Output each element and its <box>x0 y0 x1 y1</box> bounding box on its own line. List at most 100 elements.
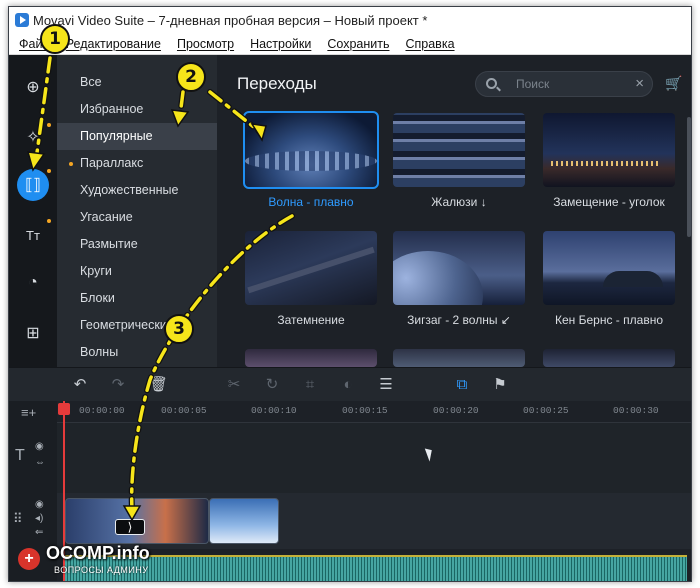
category-label: Параллакс <box>80 156 144 170</box>
transition-thumbnail[interactable] <box>393 231 525 305</box>
rotate-icon[interactable]: ↻ <box>263 376 281 394</box>
color-adjust-icon[interactable]: ◐ <box>339 376 357 394</box>
stickers-icon[interactable]: ◔ <box>17 267 49 299</box>
category-item[interactable]: Круги <box>57 258 217 285</box>
title-track-header: T ◉ ⇔ <box>9 423 57 493</box>
redo-icon[interactable]: ↷ <box>109 376 127 394</box>
transition-tile[interactable]: Жалюзи ↓ <box>393 113 525 209</box>
visibility-eye-icon[interactable]: ◉ <box>35 441 44 452</box>
transition-wizard-icon[interactable]: ⧉ <box>453 376 471 394</box>
transition-thumbnail[interactable] <box>393 113 525 187</box>
transition-tile[interactable] <box>393 349 525 367</box>
search-input[interactable] <box>516 76 626 92</box>
title-track[interactable] <box>57 423 691 493</box>
link-icon[interactable]: ⇔ <box>35 457 45 468</box>
transition-tile[interactable]: Волна - плавно <box>243 111 379 209</box>
time-tick: 00:00:05 <box>161 405 207 416</box>
cut-icon[interactable]: ✂ <box>225 376 243 394</box>
panel-scrollbar[interactable] <box>687 117 691 237</box>
timeline-ruler[interactable]: 00:00:00 00:00:05 00:00:10 00:00:15 00:0… <box>57 401 691 423</box>
menu-edit[interactable]: Редактирование <box>66 37 161 51</box>
category-item[interactable]: Избранное <box>57 96 217 123</box>
transitions-icon[interactable]: ⟦⟧ <box>17 169 49 201</box>
titles-icon[interactable]: Tт <box>17 219 49 251</box>
track-grip-icon[interactable]: ⠿ <box>13 511 23 527</box>
transition-thumbnail[interactable] <box>543 231 675 305</box>
search-box[interactable]: × <box>475 71 653 97</box>
time-tick: 00:00:10 <box>251 405 297 416</box>
more-tools-icon[interactable]: ⊞ <box>17 317 49 349</box>
transition-tile[interactable]: Зигзаг - 2 волны ↙ <box>393 231 525 327</box>
clip-properties-icon[interactable]: ☰ <box>377 376 395 394</box>
menu-view[interactable]: Просмотр <box>177 37 234 51</box>
transition-marker-icon[interactable]: ⟩ <box>115 519 145 535</box>
search-icon <box>486 78 497 89</box>
time-tick: 00:00:30 <box>613 405 659 416</box>
transition-thumbnail[interactable] <box>543 349 675 367</box>
visibility-eye-icon[interactable]: ◉ <box>35 499 44 510</box>
new-badge-dot <box>47 123 51 127</box>
transition-thumbnail[interactable] <box>243 111 379 189</box>
transition-thumbnail[interactable] <box>543 113 675 187</box>
transition-tile[interactable]: Затемнение <box>245 231 377 327</box>
panel-title: Переходы <box>237 74 317 93</box>
magic-wand-icon[interactable]: ✧ <box>17 121 49 153</box>
transition-label: Волна - плавно <box>268 195 354 209</box>
transition-tile[interactable]: Замещение - уголок <box>543 113 675 209</box>
link-icon[interactable]: ⇐ <box>35 527 43 538</box>
transition-thumbnail[interactable] <box>393 349 525 367</box>
transition-thumbnail[interactable] <box>245 231 377 305</box>
transition-label: Затемнение <box>277 313 345 327</box>
window-title: Movavi Video Suite – 7-дневная пробная в… <box>33 12 428 28</box>
delete-icon[interactable]: 🗑 <box>149 376 168 394</box>
menu-help[interactable]: Справка <box>405 37 454 51</box>
annotation-number: 3 <box>164 314 194 344</box>
transition-label: Замещение - уголок <box>553 195 665 209</box>
menu-settings[interactable]: Настройки <box>250 37 311 51</box>
watermark-title: OCOMP.info <box>46 543 150 563</box>
transition-categories: Все Избранное Популярные Параллакс Худож… <box>57 55 217 367</box>
site-watermark: + OCOMP.info ВОПРОСЫ АДМИНУ <box>8 540 188 580</box>
tools-rail: ⊕ ✧ ⟦⟧ Tт ◔ ⊞ <box>9 55 57 367</box>
transition-tile[interactable] <box>543 349 675 367</box>
ocomp-logo-icon: + <box>18 548 40 570</box>
transition-thumbnail[interactable] <box>245 349 377 367</box>
cart-icon[interactable]: 🛒 <box>665 75 683 91</box>
track-header: ≡+ <box>9 401 57 423</box>
title-bar: Movavi Video Suite – 7-дневная пробная в… <box>9 7 691 33</box>
time-tick: 00:00:00 <box>79 405 125 416</box>
volume-icon[interactable]: ◂) <box>35 513 43 524</box>
marker-flag-icon[interactable]: ⚑ <box>491 376 509 394</box>
new-badge-dot <box>69 162 73 166</box>
transitions-panel: Переходы × 🛒 Волна - плавно Жалюзи ↓ Зам… <box>217 55 691 367</box>
movavi-app-icon <box>15 13 29 27</box>
category-item[interactable]: Параллакс <box>57 150 217 177</box>
import-icon[interactable]: ⊕ <box>17 71 49 103</box>
category-item[interactable]: Художественные <box>57 177 217 204</box>
app-window: Movavi Video Suite – 7-дневная пробная в… <box>8 6 692 582</box>
category-item[interactable]: Блоки <box>57 285 217 312</box>
transition-tile[interactable] <box>245 349 377 367</box>
new-badge-dot <box>47 169 51 173</box>
category-item[interactable]: Угасание <box>57 204 217 231</box>
category-item-selected[interactable]: Популярные <box>57 123 217 150</box>
watermark-subtitle: ВОПРОСЫ АДМИНУ <box>54 565 149 575</box>
title-track-icon: T <box>15 447 25 464</box>
clear-search-icon[interactable]: × <box>635 75 644 92</box>
transition-label: Кен Бернс - плавно <box>555 313 663 327</box>
video-clip[interactable] <box>209 498 279 544</box>
menu-save[interactable]: Сохранить <box>327 37 389 51</box>
new-badge-dot <box>47 219 51 223</box>
crop-icon[interactable]: ⌗ <box>301 376 319 394</box>
transition-tile[interactable]: Кен Бернс - плавно <box>543 231 675 327</box>
add-track-icon[interactable]: ≡+ <box>21 405 36 420</box>
annotation-number: 2 <box>176 62 206 92</box>
transition-label: Зигзаг - 2 волны ↙ <box>407 313 511 327</box>
category-item[interactable]: Волны <box>57 339 217 366</box>
transition-label: Жалюзи ↓ <box>431 195 487 209</box>
annotation-number: 1 <box>40 24 70 54</box>
menu-bar: Файл Редактирование Просмотр Настройки С… <box>9 33 691 55</box>
undo-icon[interactable]: ↶ <box>71 376 89 394</box>
category-item[interactable]: Размытие <box>57 231 217 258</box>
time-tick: 00:00:15 <box>342 405 388 416</box>
